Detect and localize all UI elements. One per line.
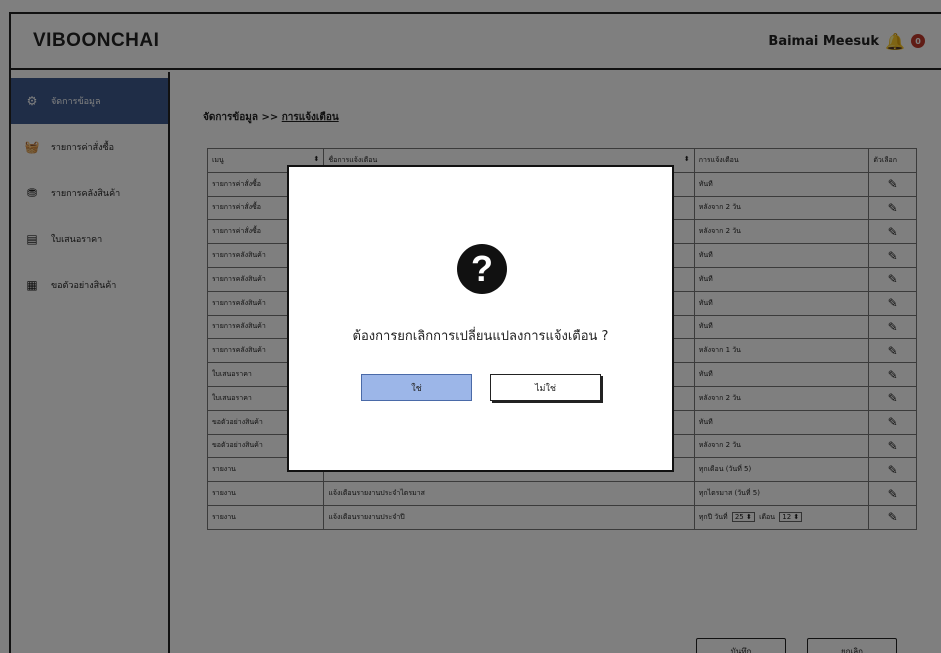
confirm-yes-button[interactable]: ใช่ [361, 374, 472, 401]
confirm-no-button[interactable]: ไม่ใช่ [490, 374, 601, 401]
dialog-message: ต้องการยกเลิกการเปลี่ยนแปลงการแจ้งเตือน … [352, 329, 609, 344]
confirm-dialog: ? ต้องการยกเลิกการเปลี่ยนแปลงการแจ้งเตือ… [287, 165, 674, 472]
question-icon: ? [457, 244, 507, 294]
